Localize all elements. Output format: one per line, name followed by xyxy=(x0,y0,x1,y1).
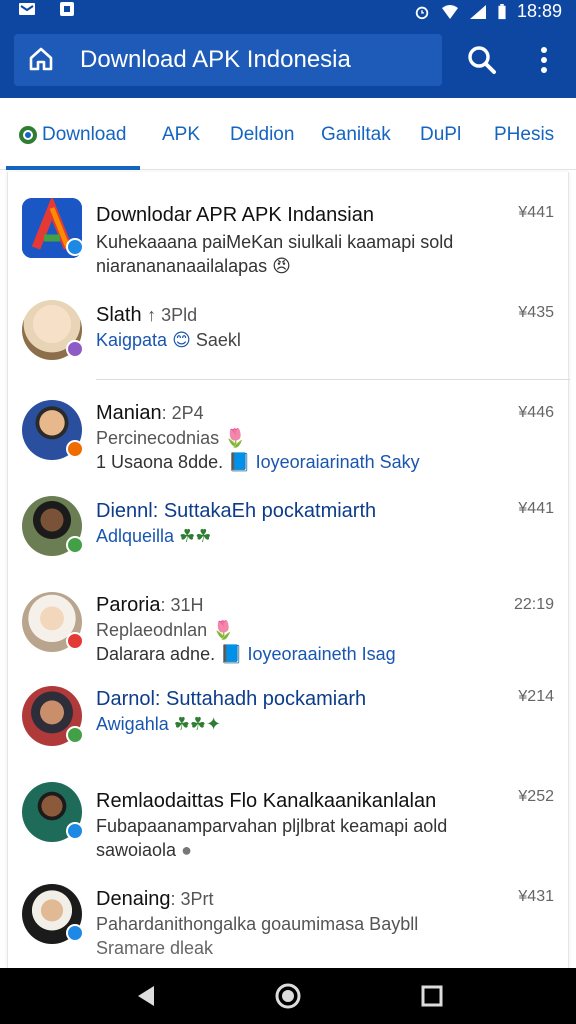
item-title: Manian: 2P4 xyxy=(96,402,204,424)
app-bar: Download APK Indonesia xyxy=(0,22,576,98)
back-icon[interactable] xyxy=(134,984,158,1008)
tab-ganiltak[interactable]: Ganiltak xyxy=(321,124,391,146)
tab-deldion[interactable]: Deldion xyxy=(230,124,294,146)
tab-bar: Download APK Deldion Ganiltak DuPl PHesi… xyxy=(0,98,576,170)
verified-icon xyxy=(66,632,84,650)
recent-apps-icon[interactable] xyxy=(420,984,444,1008)
list-item[interactable]: Slath ↑ 3Pld Kaigpata 😊 Saekl ¥435 xyxy=(8,292,570,380)
status-bar: 18:89 xyxy=(0,0,576,22)
item-message-cont: Sramare dleak xyxy=(96,938,214,958)
item-message: Awigahla ☘☘✦ xyxy=(96,714,222,734)
book-icon: 📘 xyxy=(228,452,251,472)
clover-icon: ☘☘ xyxy=(179,526,212,546)
list-item[interactable]: Darnol: Suttahadh pockamiarh Awigahla ☘☘… xyxy=(8,680,570,776)
item-message: Fubapaanamparvahan pljlbrat keamapi aold xyxy=(96,816,448,836)
item-message-cont: niaranananaailalapas 😠 xyxy=(96,256,291,276)
home-icon[interactable] xyxy=(28,46,54,72)
item-message: Kuhekaaana paiMeKan siulkali kaamapi sol… xyxy=(96,232,454,252)
item-message: Percinecodnias 🌷 xyxy=(96,428,247,448)
verified-icon xyxy=(66,726,84,744)
tab-apk[interactable]: APK xyxy=(162,124,200,146)
alarm-icon xyxy=(415,6,429,19)
smile-emoji-icon: 😊 xyxy=(172,330,191,350)
more-options-icon[interactable] xyxy=(530,44,558,76)
item-time: ¥214 xyxy=(518,688,554,705)
clock: 18:89 xyxy=(516,1,562,21)
item-message-cont: sawoiaola ● xyxy=(96,840,192,860)
list-item[interactable]: Downlodar APR APK Indansian Kuhekaaana p… xyxy=(8,192,570,292)
avatar xyxy=(22,496,84,556)
item-title: Remlaodaittas Flo Kanalkaanikanlalan xyxy=(96,790,437,812)
notification-icon xyxy=(60,2,74,16)
avatar xyxy=(22,686,84,746)
list-item[interactable]: Paroria: 31H Replaeodnlan 🌷 Dalarara adn… xyxy=(8,584,570,680)
item-title: Paroria: 31H xyxy=(96,594,204,616)
verified-icon xyxy=(66,822,84,840)
signal-icon xyxy=(469,4,486,19)
tab-indicator xyxy=(6,166,140,170)
system-nav-bar xyxy=(0,968,576,1024)
item-title: Denaing: 3Prt xyxy=(96,888,214,910)
list-item[interactable]: Denaing: 3Prt Pahardanithongalka goaumim… xyxy=(8,878,570,974)
book-icon: 📘 xyxy=(220,644,243,664)
item-time: ¥441 xyxy=(518,500,554,517)
avatar xyxy=(22,782,84,842)
item-message: Replaeodnlan 🌷 xyxy=(96,620,235,640)
tab-phesis[interactable]: PHesis xyxy=(494,124,554,146)
emoji-icon: ● xyxy=(181,840,192,860)
list-item[interactable]: Remlaodaittas Flo Kanalkaanikanlalan Fub… xyxy=(8,776,570,876)
clover-icon: ☘☘✦ xyxy=(173,714,222,734)
item-time: 22:19 xyxy=(513,596,554,613)
flower-icon: 🌷 xyxy=(224,428,247,448)
download-tab-icon xyxy=(19,126,37,144)
verified-icon xyxy=(66,340,84,358)
emoji-icon: 😠 xyxy=(272,256,291,276)
item-message-cont: Dalarara adne. 📘 Ioyeoraaineth Isag xyxy=(96,644,396,664)
item-message: Adlqueilla ☘☘ xyxy=(96,526,212,546)
item-time: ¥252 xyxy=(518,788,554,805)
item-message: Pahardanithongalka goaumimasa Baybll xyxy=(96,914,419,934)
verified-icon xyxy=(66,536,84,554)
item-title: Downlodar APR APK Indansian xyxy=(96,204,374,226)
verified-icon xyxy=(66,238,84,256)
list-item[interactable]: Manian: 2P4 Percinecodnias 🌷 1 Usaona 8d… xyxy=(8,392,570,488)
item-title: Darnol: Suttahadh pockamiarh xyxy=(96,688,367,710)
verified-icon xyxy=(66,440,84,458)
app-title: Download APK Indonesia xyxy=(80,46,351,73)
item-time: ¥441 xyxy=(518,204,554,221)
item-time: ¥431 xyxy=(518,888,554,905)
avatar xyxy=(22,400,84,460)
message-list: Downlodar APR APK Indansian Kuhekaaana p… xyxy=(7,172,570,968)
app-logo xyxy=(22,195,84,258)
avatar xyxy=(22,592,84,652)
avatar xyxy=(22,884,84,944)
battery-icon xyxy=(498,3,506,19)
divider xyxy=(96,379,570,380)
item-time: ¥435 xyxy=(518,304,554,321)
home-circle-icon[interactable] xyxy=(274,982,302,1010)
item-title: Slath ↑ 3Pld xyxy=(96,304,198,326)
search-icon[interactable] xyxy=(466,44,498,76)
tulip-icon: 🌷 xyxy=(212,620,235,640)
item-message: Kaigpata 😊 Saekl xyxy=(96,330,241,350)
tab-dupl[interactable]: DuPl xyxy=(420,124,461,146)
wifi-icon xyxy=(441,4,458,19)
tab-download[interactable]: Download xyxy=(42,124,127,146)
list-item[interactable]: Diennl: SuttakaEh pockatmiarth Adlqueill… xyxy=(8,488,570,584)
item-title: Diennl: SuttakaEh pockatmiarth xyxy=(96,500,377,522)
item-message-cont: 1 Usaona 8dde. 📘 Ioyeoraiarinath Saky xyxy=(96,452,420,472)
mail-icon xyxy=(19,3,35,15)
item-time: ¥446 xyxy=(518,404,554,421)
avatar xyxy=(22,300,84,360)
verified-icon xyxy=(66,924,84,942)
